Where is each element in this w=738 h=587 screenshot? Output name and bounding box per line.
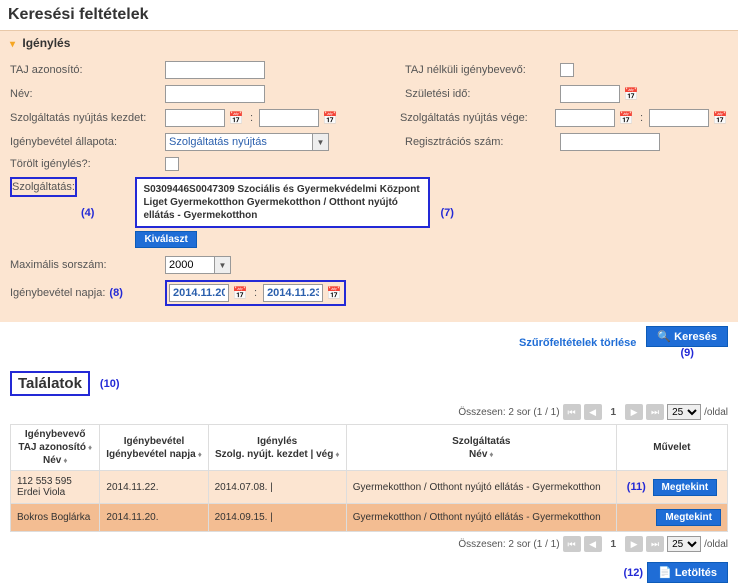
kezdet-from-input[interactable] (165, 109, 225, 127)
th-igenybevevo[interactable]: Igénybevevő TAJ azonosító♦ Név♦ (11, 425, 100, 471)
page-number: 1 (605, 539, 623, 550)
download-button[interactable]: 📄 Letöltés (647, 562, 728, 583)
section-title: Igénylés (22, 36, 70, 50)
szul-input[interactable] (560, 85, 620, 103)
prev-page-icon[interactable]: ◀ (584, 404, 602, 420)
th-muvelet: Művelet (616, 425, 727, 471)
th-igenybevetel[interactable]: Igénybevétel Igénybevétel napja♦ (100, 425, 208, 471)
vege-to-input[interactable] (649, 109, 709, 127)
napja-to-input[interactable] (263, 284, 323, 302)
label-nev: Név: (10, 88, 165, 100)
prev-page-icon[interactable]: ◀ (584, 536, 602, 552)
pager-top: Összesen: 2 sor (1 / 1) ⏮ ◀ 1 ▶ ⏭ 25 /ol… (0, 400, 738, 424)
range-separator: : (250, 112, 253, 124)
annotation-8: (8) (109, 287, 122, 299)
next-page-icon[interactable]: ▶ (625, 536, 643, 552)
allapot-combo[interactable] (165, 133, 313, 151)
sort-icon[interactable]: ♦ (335, 450, 339, 459)
search-button[interactable]: 🔍 Keresés (646, 326, 728, 347)
page-number: 1 (605, 407, 623, 418)
first-page-icon[interactable]: ⏮ (563, 536, 581, 552)
calendar-icon[interactable]: 📅 (228, 110, 244, 126)
chevron-down-icon[interactable]: ▼ (215, 256, 231, 274)
label-allapot: Igénybevétel állapota: (10, 136, 165, 148)
pager-bottom: Összesen: 2 sor (1 / 1) ⏮ ◀ 1 ▶ ⏭ 25 /ol… (0, 532, 738, 556)
regszam-input[interactable] (560, 133, 660, 151)
label-igenybevetel-napja: Igénybevétel napja: (8) (10, 287, 165, 299)
szolgaltatas-value: S0309446S0047309 Szociális és Gyermekvéd… (135, 177, 430, 228)
annotation-11: (11) (627, 481, 646, 493)
view-button[interactable]: Megtekint (653, 479, 718, 496)
annotation-10: (10) (100, 378, 120, 390)
last-page-icon[interactable]: ⏭ (646, 404, 664, 420)
table-row: 112 553 595Erdei Viola 2014.11.22. 2014.… (11, 471, 728, 504)
first-page-icon[interactable]: ⏮ (563, 404, 581, 420)
per-page-label: /oldal (704, 539, 728, 550)
label-regszam: Regisztrációs szám: (405, 136, 560, 148)
label-szolgaltatas: Szolgáltatás: (10, 177, 77, 197)
calendar-icon[interactable]: 📅 (712, 110, 728, 126)
section-header[interactable]: ▾ Igénylés (0, 30, 738, 55)
vege-from-input[interactable] (555, 109, 615, 127)
kezdet-to-input[interactable] (259, 109, 319, 127)
sort-icon[interactable]: ♦ (198, 450, 202, 459)
taj-input[interactable] (165, 61, 265, 79)
per-page-label: /oldal (704, 407, 728, 418)
label-nyujtas-vege: Szolgáltatás nyújtás vége: (400, 112, 555, 124)
page-title: Keresési feltételek (0, 0, 738, 30)
calendar-icon[interactable]: 📅 (623, 86, 639, 102)
search-icon: 🔍 (657, 331, 671, 343)
calendar-icon[interactable]: 📅 (232, 285, 248, 301)
per-page-select[interactable]: 25 (667, 536, 701, 552)
napja-from-input[interactable] (169, 284, 229, 302)
download-icon: 📄 (658, 567, 672, 579)
kivalaszt-button[interactable]: Kiválaszt (135, 231, 196, 248)
label-szul: Születési idő: (405, 88, 560, 100)
annotation-4: (4) (81, 207, 94, 219)
label-nyujtas-kezdet: Szolgáltatás nyújtás kezdet: (10, 112, 165, 124)
range-separator: : (254, 287, 257, 299)
sort-icon[interactable]: ♦ (489, 450, 493, 459)
results-title: Találatok (10, 371, 90, 396)
label-taj: TAJ azonosító: (10, 64, 165, 76)
pager-summary: Összesen: 2 sor (1 / 1) (458, 539, 559, 550)
per-page-select[interactable]: 25 (667, 404, 701, 420)
calendar-icon[interactable]: 📅 (322, 110, 338, 126)
taj-nelkul-checkbox[interactable] (560, 63, 574, 77)
results-table: Igénybevevő TAJ azonosító♦ Név♦ Igénybev… (10, 424, 728, 532)
sort-icon[interactable]: ♦ (63, 456, 67, 465)
table-row: Bokros Boglárka 2014.11.20. 2014.09.15. … (11, 504, 728, 532)
calendar-icon[interactable]: 📅 (618, 110, 634, 126)
view-button[interactable]: Megtekint (656, 509, 721, 526)
range-separator: : (640, 112, 643, 124)
label-max-sorszam: Maximális sorszám: (10, 259, 165, 271)
pager-summary: Összesen: 2 sor (1 / 1) (458, 407, 559, 418)
caret-down-icon: ▾ (10, 39, 15, 50)
search-form: TAJ azonosító: TAJ nélküli igénybevevő: … (0, 55, 738, 322)
next-page-icon[interactable]: ▶ (625, 404, 643, 420)
label-taj-nelkul: TAJ nélküli igénybevevő: (405, 64, 560, 76)
clear-filters-link[interactable]: Szűrőfeltételek törlése (519, 337, 636, 349)
th-igenyles[interactable]: Igénylés Szolg. nyújt. kezdet | vég♦ (208, 425, 346, 471)
max-sorszam-input[interactable] (165, 256, 215, 274)
annotation-12: (12) (623, 567, 643, 579)
sort-icon[interactable]: ♦ (88, 443, 92, 452)
annotation-7: (7) (440, 207, 453, 219)
th-szolgaltatas[interactable]: Szolgáltatás Név♦ (346, 425, 616, 471)
label-torolt: Törölt igénylés?: (10, 158, 165, 170)
last-page-icon[interactable]: ⏭ (646, 536, 664, 552)
annotation-9: (9) (680, 347, 693, 359)
calendar-icon[interactable]: 📅 (326, 285, 342, 301)
chevron-down-icon[interactable]: ▼ (313, 133, 329, 151)
torolt-checkbox[interactable] (165, 157, 179, 171)
nev-input[interactable] (165, 85, 265, 103)
